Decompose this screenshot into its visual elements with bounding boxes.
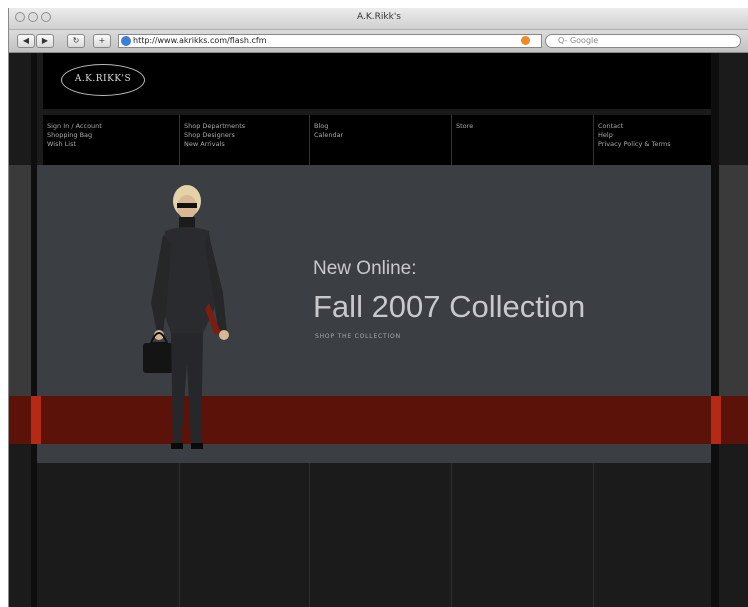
model-photo bbox=[143, 185, 229, 449]
forward-button[interactable]: ▶ bbox=[36, 34, 54, 48]
address-bar[interactable]: http://www.akrikks.com/flash.cfm bbox=[118, 34, 542, 48]
nav-link[interactable]: Sign In / Account bbox=[47, 122, 167, 131]
nav-column-store: Store bbox=[451, 115, 587, 165]
nav-link[interactable]: Help bbox=[598, 131, 711, 140]
nav-link[interactable]: Shop Departments bbox=[184, 122, 301, 131]
search-input[interactable]: Q- Google bbox=[545, 34, 741, 48]
back-button[interactable]: ◀ bbox=[17, 34, 35, 48]
site-nav: Sign In / Account Shopping Bag Wish List… bbox=[43, 115, 711, 165]
nav-link[interactable]: Privacy Policy & Terms bbox=[598, 140, 711, 149]
page-content: A.K.RIKK'S Sign In / Account Shopping Ba… bbox=[9, 53, 748, 607]
reload-button[interactable]: ↻ bbox=[67, 34, 85, 48]
nav-link[interactable]: Shopping Bag bbox=[47, 131, 167, 140]
rss-icon[interactable] bbox=[521, 36, 530, 45]
nav-link[interactable]: Shop Designers bbox=[184, 131, 301, 140]
grid-column bbox=[451, 463, 587, 607]
site-header: A.K.RIKK'S bbox=[43, 53, 711, 109]
add-bookmark-button[interactable]: + bbox=[93, 34, 111, 48]
lower-grid bbox=[43, 463, 711, 607]
hero-headline-line1: New Online: bbox=[313, 258, 417, 279]
shop-collection-link[interactable]: SHOP THE COLLECTION bbox=[315, 333, 401, 340]
browser-window: A.K.Rikk's ◀ ▶ ↻ + http://www.akrikks.co… bbox=[8, 8, 748, 607]
grid-column bbox=[593, 463, 711, 607]
globe-icon bbox=[121, 36, 131, 46]
nav-link[interactable]: Calendar bbox=[314, 131, 445, 140]
hero-headline-line2: Fall 2007 Collection bbox=[313, 289, 586, 324]
site-logo[interactable]: A.K.RIKK'S bbox=[61, 64, 145, 96]
nav-column-account: Sign In / Account Shopping Bag Wish List bbox=[43, 115, 167, 165]
grid-column bbox=[43, 463, 167, 607]
nav-column-contact: Contact Help Privacy Policy & Terms bbox=[593, 115, 711, 165]
red-accent-left bbox=[31, 396, 41, 444]
nav-link[interactable]: New Arrivals bbox=[184, 140, 301, 149]
nav-column-blog: Blog Calendar bbox=[309, 115, 445, 165]
title-bar: A.K.Rikk's bbox=[9, 8, 748, 30]
nav-link[interactable]: Blog bbox=[314, 122, 445, 131]
nav-link[interactable]: Wish List bbox=[47, 140, 167, 149]
grid-column bbox=[179, 463, 301, 607]
nav-link[interactable]: Contact bbox=[598, 122, 711, 131]
red-band bbox=[9, 396, 748, 444]
address-bar-text: http://www.akrikks.com/flash.cfm bbox=[133, 36, 267, 45]
red-accent-right bbox=[711, 396, 721, 444]
nav-column-shop: Shop Departments Shop Designers New Arri… bbox=[179, 115, 301, 165]
nav-link[interactable]: Store bbox=[456, 122, 587, 131]
browser-toolbar: ◀ ▶ ↻ + http://www.akrikks.com/flash.cfm… bbox=[9, 30, 748, 53]
window-title: A.K.Rikk's bbox=[357, 12, 401, 22]
grid-column bbox=[309, 463, 445, 607]
right-stripe bbox=[711, 53, 719, 607]
